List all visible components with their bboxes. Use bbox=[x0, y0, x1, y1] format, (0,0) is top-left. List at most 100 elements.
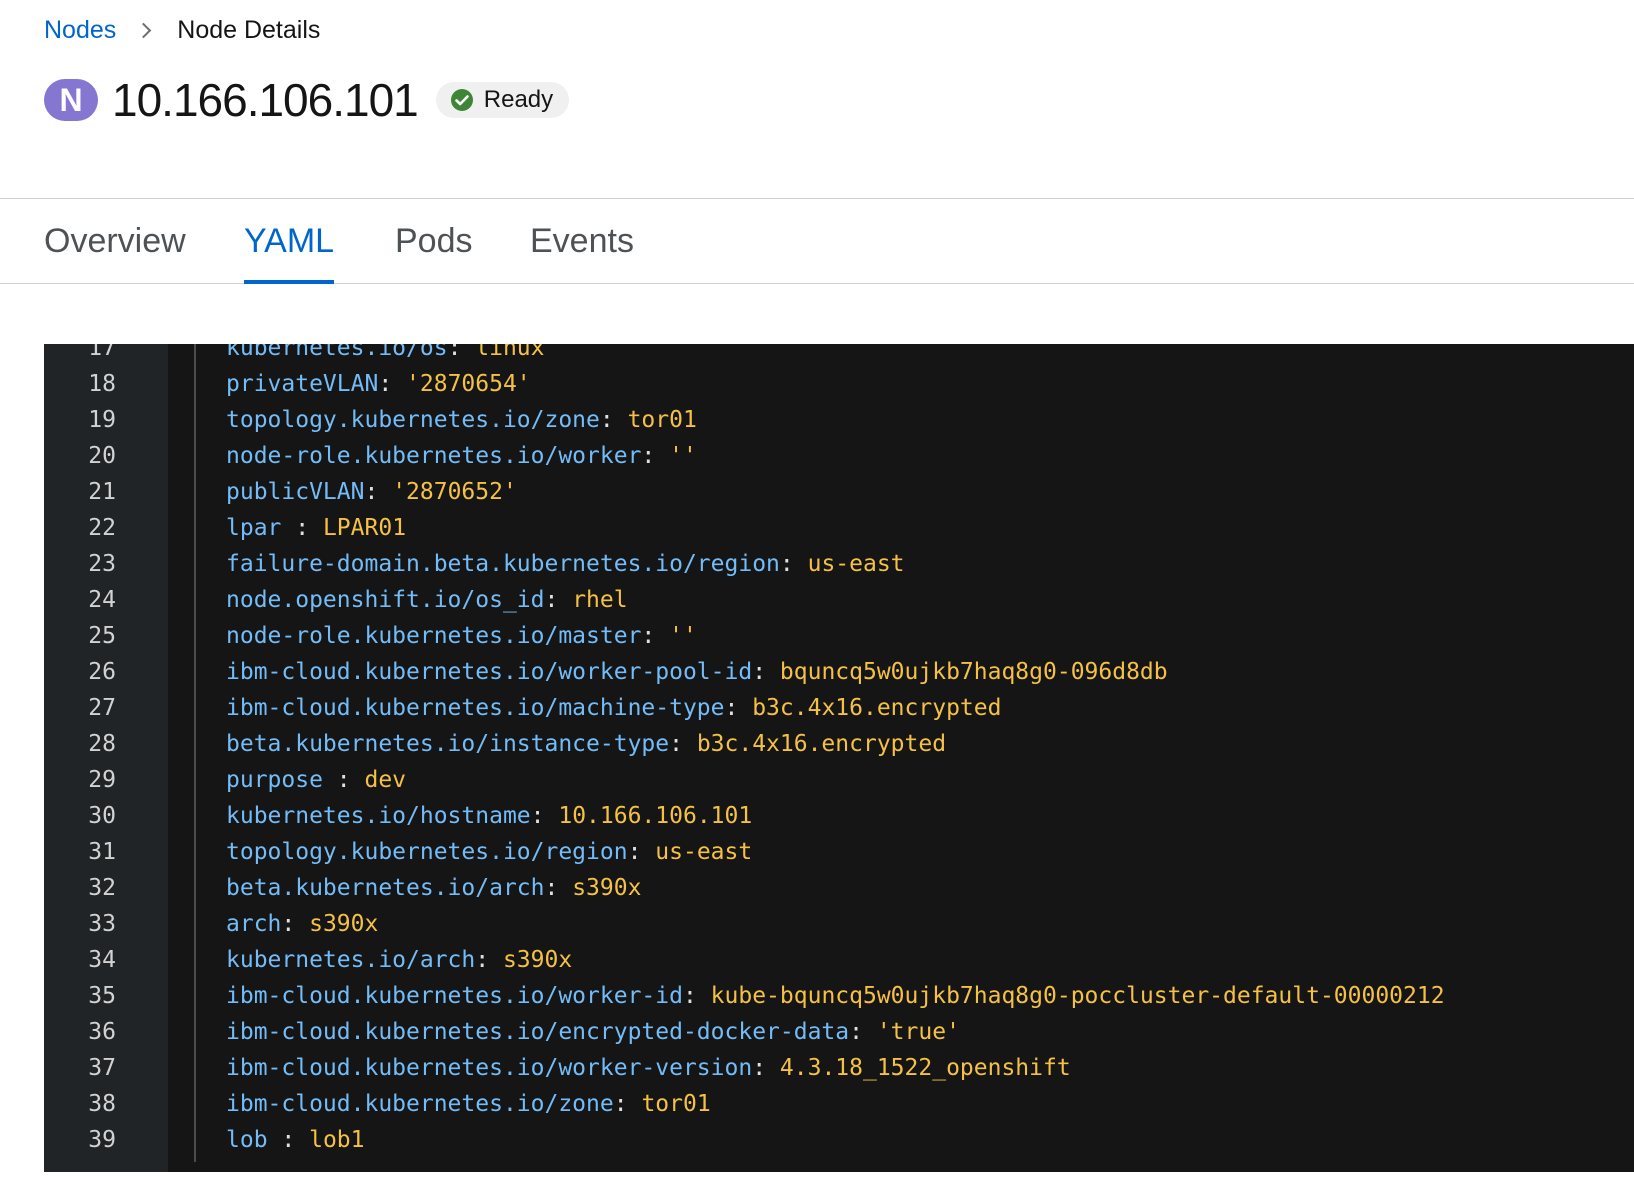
tab-overview[interactable]: Overview bbox=[44, 199, 186, 283]
code-content: beta.kubernetes.io/instance-type: b3c.4x… bbox=[226, 726, 946, 762]
code-content: publicVLAN: '2870652' bbox=[226, 474, 517, 510]
yaml-key: lob bbox=[226, 1127, 282, 1153]
tab-pods[interactable]: Pods bbox=[395, 199, 473, 283]
code-line: 27 ibm-cloud.kubernetes.io/machine-type: … bbox=[44, 690, 1634, 726]
code-line: 18 privateVLAN: '2870654' bbox=[44, 366, 1634, 402]
yaml-value: bquncq5w0ujkb7haq8g0-096d8db bbox=[779, 659, 1168, 685]
code-line: 38 ibm-cloud.kubernetes.io/zone: tor01 bbox=[44, 1086, 1634, 1122]
code-content: kubernetes.io/os: linux bbox=[226, 344, 545, 366]
yaml-key: beta.kubernetes.io/arch bbox=[226, 875, 545, 901]
page-header: N 10.166.106.101 Ready bbox=[44, 68, 570, 132]
yaml-value: 4.3.18_1522_openshift bbox=[779, 1055, 1071, 1081]
code-content: ibm-cloud.kubernetes.io/worker-id: kube-… bbox=[226, 978, 1445, 1014]
breadcrumb-current: Node Details bbox=[177, 15, 321, 44]
line-number: 33 bbox=[88, 911, 116, 937]
yaml-separator: : bbox=[752, 659, 780, 685]
tab-yaml[interactable]: YAML bbox=[244, 199, 335, 284]
code-line: 35 ibm-cloud.kubernetes.io/worker-id: kub… bbox=[44, 978, 1634, 1014]
code-content: kubernetes.io/hostname: 10.166.106.101 bbox=[226, 798, 752, 834]
breadcrumb: Nodes Node Details bbox=[44, 12, 320, 48]
status-badge: Ready bbox=[435, 82, 570, 118]
code-line: 32 beta.kubernetes.io/arch: s390x bbox=[44, 870, 1634, 906]
line-number: 37 bbox=[88, 1055, 116, 1081]
yaml-value: dev bbox=[364, 767, 407, 793]
yaml-key: privateVLAN bbox=[226, 371, 379, 397]
code-content: lob : lob1 bbox=[226, 1122, 364, 1158]
yaml-value: lob1 bbox=[309, 1127, 365, 1153]
code-line: 37 ibm-cloud.kubernetes.io/worker-version… bbox=[44, 1050, 1634, 1086]
code-content: topology.kubernetes.io/zone: tor01 bbox=[226, 402, 697, 438]
yaml-value: rhel bbox=[572, 587, 628, 613]
code-content: privateVLAN: '2870654' bbox=[226, 366, 531, 402]
yaml-value: '' bbox=[669, 623, 697, 649]
yaml-separator: : bbox=[849, 1019, 877, 1045]
yaml-separator: : bbox=[627, 839, 656, 865]
yaml-value: us-east bbox=[807, 551, 905, 577]
code-content: node-role.kubernetes.io/master: '' bbox=[226, 618, 697, 654]
yaml-value: LPAR01 bbox=[322, 515, 407, 541]
yaml-value: '' bbox=[669, 443, 697, 469]
yaml-key: failure-domain.beta.kubernetes.io/region bbox=[226, 551, 780, 577]
yaml-key: node-role.kubernetes.io/master bbox=[226, 623, 642, 649]
code-content: failure-domain.beta.kubernetes.io/region… bbox=[226, 546, 905, 582]
line-number: 36 bbox=[88, 1019, 116, 1045]
yaml-key: kubernetes.io/os bbox=[226, 344, 448, 361]
line-number: 38 bbox=[88, 1091, 116, 1117]
line-number: 34 bbox=[88, 947, 116, 973]
yaml-separator: : bbox=[281, 911, 310, 937]
yaml-value: s390x bbox=[572, 875, 642, 901]
code-content: ibm-cloud.kubernetes.io/machine-type: b3… bbox=[226, 690, 1001, 726]
yaml-editor[interactable]: 17 kubernetes.io/os: linux 18 privateVLAN: … bbox=[44, 344, 1634, 1172]
code-content: lpar : LPAR01 bbox=[226, 510, 406, 546]
yaml-separator: : bbox=[447, 344, 476, 361]
code-line: 22 lpar : LPAR01 bbox=[44, 510, 1634, 546]
yaml-separator: : bbox=[378, 371, 407, 397]
line-number: 24 bbox=[88, 587, 116, 613]
yaml-separator: : bbox=[641, 443, 670, 469]
line-number: 25 bbox=[88, 623, 116, 649]
yaml-key: kubernetes.io/arch bbox=[226, 947, 476, 973]
yaml-value: 'true' bbox=[876, 1019, 960, 1045]
tab-bar: Overview YAML Pods Events bbox=[0, 198, 1634, 284]
yaml-value: 10.166.106.101 bbox=[558, 803, 753, 829]
page-title: 10.166.106.101 bbox=[112, 74, 419, 126]
yaml-value: s390x bbox=[309, 911, 379, 937]
yaml-value: linux bbox=[475, 344, 545, 361]
code-content: node-role.kubernetes.io/worker: '' bbox=[226, 438, 697, 474]
yaml-separator: : bbox=[281, 1127, 310, 1153]
code-line: 29 purpose : dev bbox=[44, 762, 1634, 798]
yaml-separator: : bbox=[724, 695, 753, 721]
yaml-key: node.openshift.io/os_id bbox=[226, 587, 545, 613]
code-line: 34 kubernetes.io/arch: s390x bbox=[44, 942, 1634, 978]
yaml-key: topology.kubernetes.io/zone bbox=[226, 407, 600, 433]
yaml-key: beta.kubernetes.io/instance-type bbox=[226, 731, 670, 757]
tab-events[interactable]: Events bbox=[530, 199, 634, 283]
yaml-key: ibm-cloud.kubernetes.io/machine-type bbox=[226, 695, 725, 721]
code-line: 28 beta.kubernetes.io/instance-type: b3c.… bbox=[44, 726, 1634, 762]
line-number: 18 bbox=[88, 371, 116, 397]
yaml-separator: : bbox=[295, 515, 323, 541]
yaml-key: arch bbox=[226, 911, 282, 937]
yaml-value: '2870652' bbox=[392, 479, 517, 505]
code-line: 25 node-role.kubernetes.io/master: '' bbox=[44, 618, 1634, 654]
code-line: 26 ibm-cloud.kubernetes.io/worker-pool-id… bbox=[44, 654, 1634, 690]
code-line: 24 node.openshift.io/os_id: rhel bbox=[44, 582, 1634, 618]
yaml-separator: : bbox=[752, 1055, 780, 1081]
yaml-separator: : bbox=[613, 1091, 642, 1117]
yaml-separator: : bbox=[364, 479, 393, 505]
code-lines: 17 kubernetes.io/os: linux 18 privateVLAN: … bbox=[44, 344, 1634, 1158]
line-number: 35 bbox=[88, 983, 116, 1009]
yaml-key: lpar bbox=[226, 515, 296, 541]
line-number: 17 bbox=[88, 344, 116, 361]
yaml-key: ibm-cloud.kubernetes.io/worker-version bbox=[226, 1055, 753, 1081]
yaml-value: tor01 bbox=[641, 1091, 711, 1117]
yaml-value: b3c.4x16.encrypted bbox=[752, 695, 1002, 721]
line-number: 31 bbox=[88, 839, 116, 865]
yaml-key: ibm-cloud.kubernetes.io/zone bbox=[226, 1091, 614, 1117]
breadcrumb-link-nodes[interactable]: Nodes bbox=[44, 16, 116, 45]
code-line: 17 kubernetes.io/os: linux bbox=[44, 344, 1634, 366]
line-number: 20 bbox=[88, 443, 116, 469]
yaml-separator: : bbox=[475, 947, 503, 973]
line-number: 22 bbox=[88, 515, 116, 541]
yaml-separator: : bbox=[336, 767, 365, 793]
